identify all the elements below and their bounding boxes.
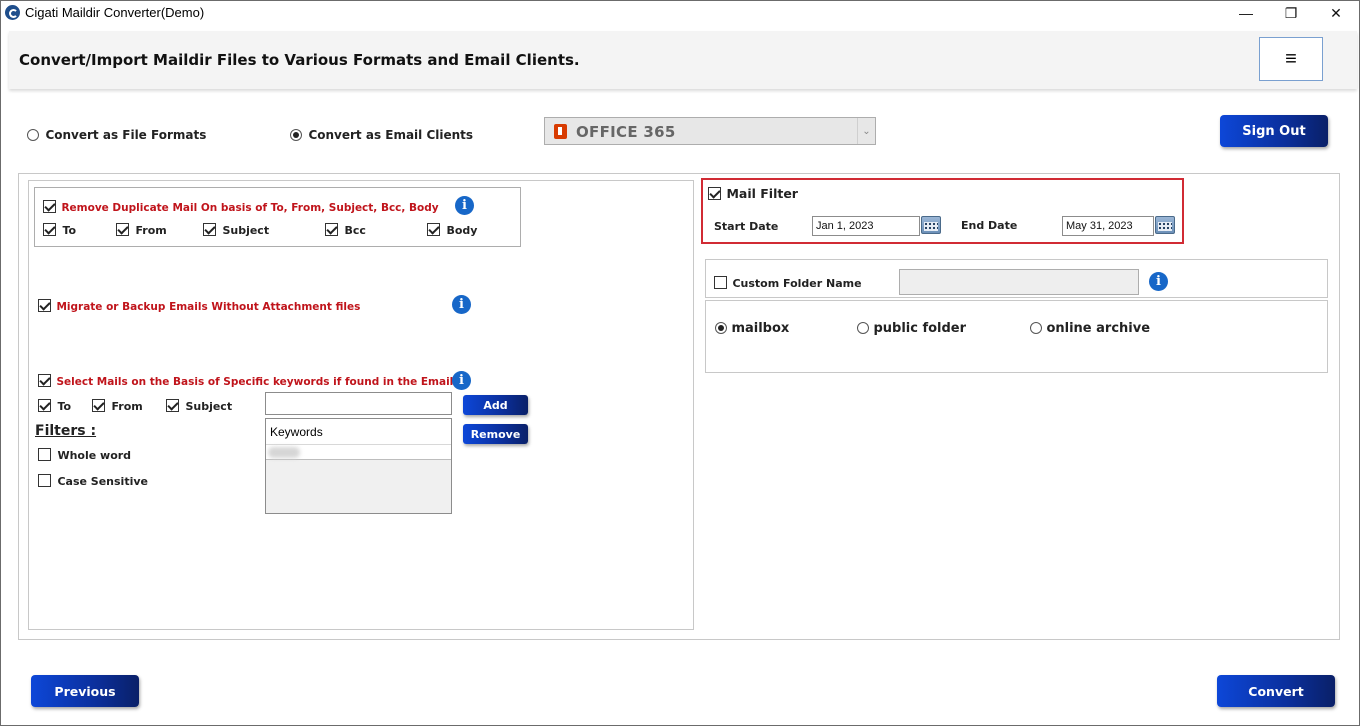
kw-from-checkbox[interactable]: [92, 399, 105, 413]
dup-body-label: Body: [446, 224, 478, 237]
radio-file-formats-label: Convert as File Formats: [45, 128, 207, 142]
title-bar: Cigati Maildir Converter(Demo) — ❐ ✕: [1, 1, 1359, 25]
dup-to-checkbox[interactable]: [43, 223, 56, 237]
sign-out-button[interactable]: Sign Out: [1220, 115, 1328, 147]
kw-to-checkbox[interactable]: [38, 399, 51, 413]
radio-mailbox-indicator[interactable]: [715, 321, 727, 334]
radio-email-clients-label: Convert as Email Clients: [308, 128, 474, 142]
no-attachment-row[interactable]: Migrate or Backup Emails Without Attachm…: [38, 297, 360, 315]
hamburger-menu-button[interactable]: ≡: [1259, 37, 1323, 81]
case-sensitive-option[interactable]: Case Sensitive: [38, 472, 148, 490]
dup-from-label: From: [135, 224, 167, 237]
mail-filter-label: Mail Filter: [726, 186, 798, 201]
kw-subject-checkbox[interactable]: [166, 399, 179, 413]
target-folder-box: [705, 300, 1328, 373]
page-title: Convert/Import Maildir Files to Various …: [19, 51, 580, 69]
no-attachment-checkbox[interactable]: [38, 299, 51, 313]
radio-public-folder-label: public folder: [873, 321, 967, 336]
mail-filter-checkbox[interactable]: [708, 187, 721, 201]
radio-public-folder-indicator[interactable]: [857, 321, 869, 334]
radio-mailbox-label: mailbox: [731, 321, 790, 336]
keyword-input[interactable]: [265, 392, 452, 415]
end-date-label: End Date: [961, 219, 1018, 232]
radio-file-formats-indicator[interactable]: [27, 128, 39, 141]
target-client-select[interactable]: OFFICE 365 ⌄: [544, 117, 876, 145]
keywords-checkbox[interactable]: [38, 374, 51, 388]
keywords-list[interactable]: Keywords: [265, 418, 452, 514]
keywords-label: Select Mails on the Basis of Specific ke…: [56, 376, 454, 388]
kw-field-to[interactable]: To: [38, 397, 71, 415]
kw-field-subject[interactable]: Subject: [166, 397, 232, 415]
keywords-list-header: Keywords: [266, 419, 451, 445]
radio-online-archive-indicator[interactable]: [1030, 321, 1042, 334]
custom-folder-checkbox[interactable]: [714, 276, 727, 290]
dup-body-checkbox[interactable]: [427, 223, 440, 237]
remove-keyword-button[interactable]: Remove: [463, 424, 528, 444]
calendar-icon[interactable]: [921, 216, 941, 234]
whole-word-label: Whole word: [57, 449, 132, 462]
keywords-info-icon[interactable]: i: [452, 371, 471, 390]
no-attachment-label: Migrate or Backup Emails Without Attachm…: [56, 301, 361, 313]
maximize-button[interactable]: ❐: [1268, 1, 1314, 25]
dup-field-to[interactable]: To: [43, 221, 76, 239]
dup-to-label: To: [62, 224, 77, 237]
end-date-field[interactable]: May 31, 2023: [1062, 216, 1154, 236]
header-banner: Convert/Import Maildir Files to Various …: [9, 31, 1357, 89]
mail-filter-row[interactable]: Mail Filter: [708, 185, 798, 203]
target-client-value: OFFICE 365: [576, 123, 676, 141]
add-keyword-button[interactable]: Add: [463, 395, 528, 415]
duplicate-info-icon[interactable]: i: [455, 196, 474, 215]
kw-field-from[interactable]: From: [92, 397, 143, 415]
case-sensitive-checkbox[interactable]: [38, 474, 51, 488]
dup-bcc-label: Bcc: [344, 224, 366, 237]
radio-public-folder[interactable]: public folder: [857, 319, 966, 337]
office-logo-icon: [554, 124, 567, 139]
window-title: Cigati Maildir Converter(Demo): [25, 5, 205, 20]
whole-word-checkbox[interactable]: [38, 448, 51, 462]
radio-mailbox[interactable]: mailbox: [715, 319, 789, 337]
custom-folder-input[interactable]: [899, 269, 1139, 295]
hamburger-icon: ≡: [1285, 47, 1297, 70]
custom-folder-label: Custom Folder Name: [732, 277, 862, 290]
calendar-icon[interactable]: [1155, 216, 1175, 234]
convert-button[interactable]: Convert: [1217, 675, 1335, 707]
whole-word-option[interactable]: Whole word: [38, 446, 131, 464]
radio-email-clients-indicator[interactable]: [290, 128, 302, 141]
start-date-label: Start Date: [714, 220, 779, 233]
kw-subject-label: Subject: [185, 400, 233, 413]
app-logo-icon: [5, 5, 20, 20]
kw-to-label: To: [57, 400, 72, 413]
kw-from-label: From: [111, 400, 143, 413]
dup-field-subject[interactable]: Subject: [203, 221, 269, 239]
radio-online-archive[interactable]: online archive: [1030, 319, 1150, 337]
dup-field-bcc[interactable]: Bcc: [325, 221, 366, 239]
previous-button[interactable]: Previous: [31, 675, 139, 707]
duplicate-checkbox[interactable]: [43, 200, 56, 214]
dup-subject-label: Subject: [222, 224, 270, 237]
minimize-button[interactable]: —: [1223, 1, 1269, 25]
filters-title: Filters :: [35, 423, 97, 439]
dup-field-body[interactable]: Body: [427, 221, 477, 239]
redacted-keyword: [268, 447, 300, 458]
start-date-field[interactable]: Jan 1, 2023: [812, 216, 920, 236]
close-button[interactable]: ✕: [1313, 1, 1359, 25]
dup-from-checkbox[interactable]: [116, 223, 129, 237]
duplicate-label: Remove Duplicate Mail On basis of To, Fr…: [61, 202, 439, 214]
dup-bcc-checkbox[interactable]: [325, 223, 338, 237]
radio-online-archive-label: online archive: [1046, 321, 1151, 336]
dup-subject-checkbox[interactable]: [203, 223, 216, 237]
duplicate-checkbox-row[interactable]: Remove Duplicate Mail On basis of To, Fr…: [43, 198, 439, 216]
custom-folder-info-icon[interactable]: i: [1149, 272, 1168, 291]
no-attachment-info-icon[interactable]: i: [452, 295, 471, 314]
case-sensitive-label: Case Sensitive: [57, 475, 148, 488]
dup-field-from[interactable]: From: [116, 221, 167, 239]
chevron-down-icon[interactable]: ⌄: [857, 118, 875, 144]
radio-convert-file-formats[interactable]: Convert as File Formats: [27, 126, 206, 144]
app-window: Cigati Maildir Converter(Demo) — ❐ ✕ Con…: [0, 0, 1360, 726]
list-item[interactable]: [266, 445, 451, 460]
radio-convert-email-clients[interactable]: Convert as Email Clients: [290, 126, 473, 144]
custom-folder-row[interactable]: Custom Folder Name: [714, 274, 862, 292]
keywords-row[interactable]: Select Mails on the Basis of Specific ke…: [38, 372, 453, 390]
